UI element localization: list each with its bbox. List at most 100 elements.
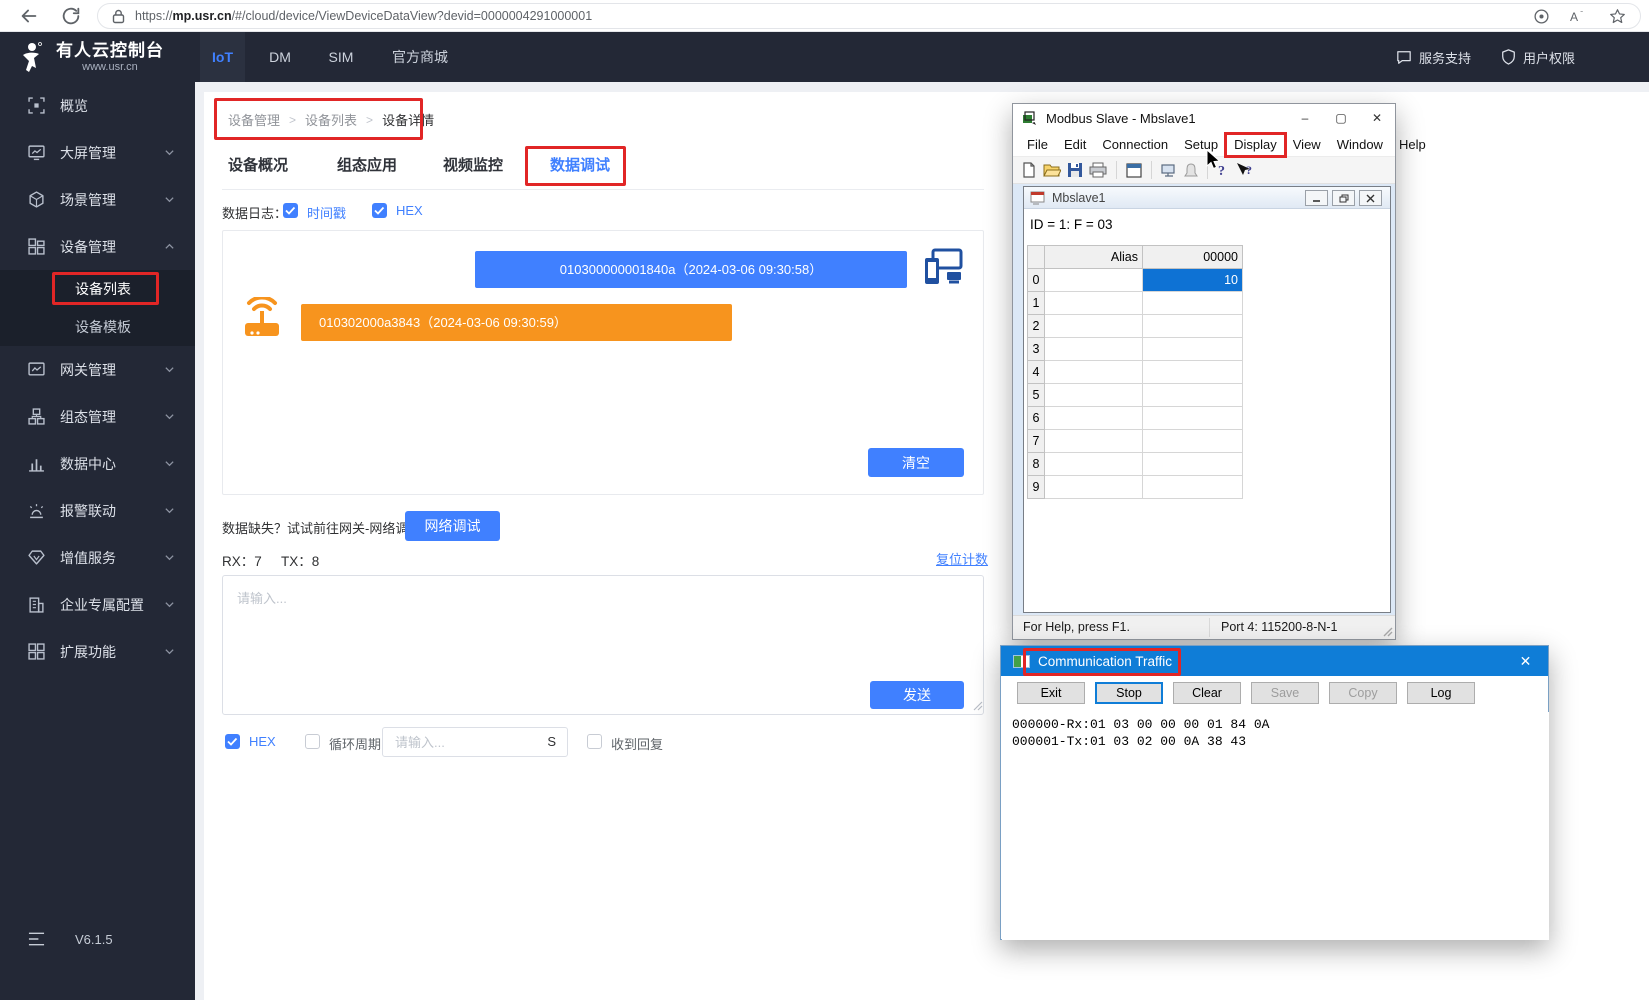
sidebar-item-overview[interactable]: 概览 [0,82,195,129]
register-cell-selected[interactable]: 10 [1143,269,1243,292]
save-button[interactable]: Save [1251,682,1319,704]
hex-log-label[interactable]: HEX [396,203,423,218]
register-cell[interactable] [1143,407,1243,430]
register-cell[interactable] [1143,453,1243,476]
cycle-input[interactable] [383,728,533,756]
alias-cell[interactable] [1045,338,1143,361]
sidebar-item-device-list[interactable]: 设备列表 [0,270,195,308]
nav-tab-mall[interactable]: 官方商城 [382,32,458,82]
sidebar-item-device-mgmt[interactable]: 设备管理 [0,223,195,270]
toolbar-save-icon[interactable] [1067,162,1083,178]
register-cell[interactable] [1143,361,1243,384]
alias-cell[interactable] [1045,407,1143,430]
address-bar[interactable]: https://mp.usr.cn/#/cloud/device/ViewDev… [97,3,1641,29]
window-resize-grip-icon[interactable] [1382,626,1393,637]
sidebar-item-screen-mgmt[interactable]: 大屏管理 [0,129,195,176]
tab-video-monitor[interactable]: 视频监控 [443,154,503,175]
modbus-titlebar[interactable]: Modbus Slave - Mbslave1 – ▢ ✕ [1013,104,1395,132]
register-cell[interactable] [1143,384,1243,407]
sidebar-item-value-added[interactable]: 增值服务 [0,534,195,581]
menu-help[interactable]: Help [1391,137,1434,152]
menu-file[interactable]: File [1019,137,1056,152]
send-button[interactable]: 发送 [870,681,964,709]
toolbar-print-icon[interactable] [1089,162,1107,178]
cycle-checkbox[interactable] [305,734,320,749]
timestamp-checkbox[interactable] [283,203,298,218]
breadcrumb-device-list[interactable]: 设备列表 [305,110,357,129]
stop-button[interactable]: Stop [1095,682,1163,704]
doc-close-button[interactable] [1359,190,1382,206]
toolbar-open-icon[interactable] [1043,162,1061,178]
register-cell[interactable] [1143,315,1243,338]
hex-send-label[interactable]: HEX [249,734,276,749]
sidebar-item-gateway-mgmt[interactable]: 网关管理 [0,346,195,393]
sidebar-item-device-template[interactable]: 设备模板 [0,308,195,346]
menu-connection[interactable]: Connection [1094,137,1176,152]
alias-cell[interactable] [1045,292,1143,315]
support-link[interactable]: 服务支持 [1396,48,1471,67]
tracking-prevention-icon[interactable] [1533,8,1550,25]
exit-button[interactable]: Exit [1017,682,1085,704]
menu-display[interactable]: Display [1226,137,1285,152]
toolbar-connect-icon[interactable] [1161,163,1178,178]
toolbar-new-icon[interactable] [1021,162,1037,178]
menu-view[interactable]: View [1285,137,1329,152]
nav-tab-dm[interactable]: DM [260,32,300,82]
nav-tab-sim[interactable]: SIM [320,32,362,82]
sidebar-item-scada-mgmt[interactable]: 组态管理 [0,393,195,440]
alias-cell[interactable] [1045,361,1143,384]
toolbar-display-icon[interactable] [1126,163,1142,178]
copy-button[interactable]: Copy [1329,682,1397,704]
tab-data-debug[interactable]: 数据调试 [550,154,610,175]
resize-grip-icon[interactable] [971,699,983,711]
toolbar-poll-icon[interactable] [1184,163,1198,178]
nav-tab-iot[interactable]: IoT [200,32,245,82]
reset-count-link[interactable]: 复位计数 [936,549,988,568]
alias-cell[interactable] [1045,476,1143,499]
clear-traffic-button[interactable]: Clear [1173,682,1241,704]
permissions-link[interactable]: 用户权限 [1501,48,1575,67]
hex-send-checkbox[interactable] [225,734,240,749]
clear-button[interactable]: 清空 [868,448,964,477]
read-aloud-icon[interactable]: Aˆ [1570,9,1589,24]
toolbar-context-help-icon[interactable]: ? [1235,162,1255,178]
refresh-icon[interactable] [60,5,82,27]
favorites-star-icon[interactable] [1609,8,1626,25]
register-cell[interactable] [1143,430,1243,453]
doc-titlebar[interactable]: Mbslave1 [1024,187,1390,209]
maximize-button[interactable]: ▢ [1323,104,1359,132]
alias-cell[interactable] [1045,315,1143,338]
doc-minimize-button[interactable] [1305,190,1328,206]
close-button[interactable]: ✕ [1359,104,1395,132]
traffic-titlebar[interactable]: Communication Traffic ✕ [1001,646,1548,676]
alias-cell[interactable] [1045,430,1143,453]
sidebar-item-alarm[interactable]: 报警联动 [0,487,195,534]
doc-restore-button[interactable] [1332,190,1355,206]
tab-scada-app[interactable]: 组态应用 [337,154,397,175]
sidebar-item-extensions[interactable]: 扩展功能 [0,628,195,675]
cycle-label[interactable]: 循环周期 [329,734,381,753]
register-cell[interactable] [1143,338,1243,361]
alias-cell[interactable] [1045,453,1143,476]
network-debug-button[interactable]: 网络调试 [405,511,500,541]
register-cell[interactable] [1143,476,1243,499]
sidebar-item-data-center[interactable]: 数据中心 [0,440,195,487]
timestamp-label[interactable]: 时间戳 [307,203,346,222]
log-button[interactable]: Log [1407,682,1475,704]
reply-checkbox[interactable] [587,734,602,749]
menu-window[interactable]: Window [1329,137,1391,152]
menu-edit[interactable]: Edit [1056,137,1094,152]
alias-cell[interactable] [1045,384,1143,407]
alias-cell[interactable] [1045,269,1143,292]
back-icon[interactable] [18,5,40,27]
traffic-close-button[interactable]: ✕ [1503,646,1548,676]
breadcrumb-device-mgmt[interactable]: 设备管理 [228,110,280,129]
minimize-button[interactable]: – [1287,104,1323,132]
tab-device-overview[interactable]: 设备概况 [228,154,288,175]
sidebar-item-enterprise[interactable]: 企业专属配置 [0,581,195,628]
hex-log-checkbox[interactable] [372,203,387,218]
sidebar-item-scene-mgmt[interactable]: 场景管理 [0,176,195,223]
collapse-sidebar-icon[interactable] [28,932,45,946]
reply-label[interactable]: 收到回复 [611,734,663,753]
register-cell[interactable] [1143,292,1243,315]
